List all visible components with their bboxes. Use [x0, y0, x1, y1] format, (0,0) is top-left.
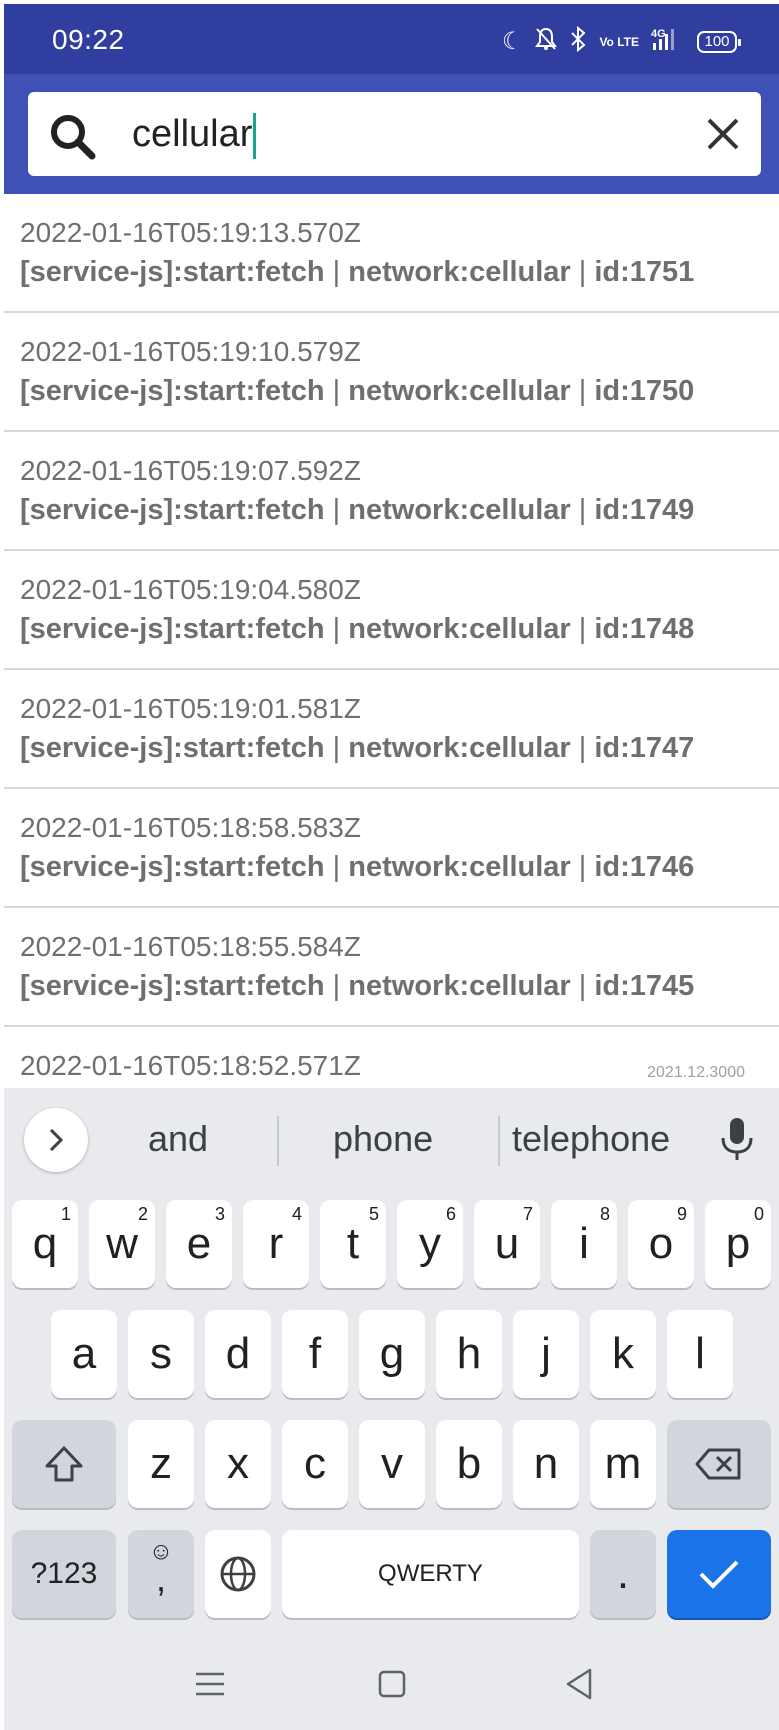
log-message: [service-js]:start:fetch | network:cellu… [20, 375, 695, 407]
battery-icon: 100 [697, 30, 741, 53]
log-list[interactable]: 2022-01-16T05:19:13.570Z [service-js]:st… [4, 194, 779, 1088]
backspace-icon [695, 1448, 741, 1480]
key-v[interactable]: v [359, 1420, 425, 1508]
app-version: 2021.12.3000 [647, 1064, 745, 1081]
enter-key[interactable] [667, 1530, 771, 1618]
log-message: [service-js]:start:fetch | network:cellu… [20, 613, 695, 645]
globe-icon [220, 1556, 256, 1592]
log-timestamp: 2022-01-16T05:19:01.581Z [20, 693, 361, 724]
backspace-key[interactable] [667, 1420, 771, 1508]
shift-key[interactable] [12, 1420, 116, 1508]
log-timestamp: 2022-01-16T05:19:07.592Z [20, 455, 361, 486]
menu-icon[interactable] [190, 1664, 230, 1704]
volte-icon: Vo LTE [599, 34, 639, 49]
svg-text:4G: 4G [651, 28, 666, 40]
key-j[interactable]: j [513, 1310, 579, 1398]
log-message: [service-js]:start:fetch | network:cellu… [20, 851, 695, 883]
home-icon[interactable] [372, 1664, 412, 1704]
back-icon[interactable] [560, 1664, 600, 1704]
symbols-key[interactable]: ?123 [12, 1530, 116, 1618]
log-timestamp: 2022-01-16T05:18:55.584Z [20, 931, 361, 962]
bell-off-icon [535, 27, 558, 56]
text-cursor [253, 112, 257, 159]
key-t[interactable]: t5 [320, 1200, 386, 1288]
key-m[interactable]: m [590, 1420, 656, 1508]
check-icon [699, 1560, 739, 1589]
key-z[interactable]: z [128, 1420, 194, 1508]
key-c[interactable]: c [282, 1420, 348, 1508]
suggestion-1[interactable]: and [148, 1118, 208, 1160]
log-row[interactable]: 2022-01-16T05:19:13.570Z [service-js]:st… [4, 194, 779, 313]
key-p[interactable]: p0 [705, 1200, 771, 1288]
key-f[interactable]: f [282, 1310, 348, 1398]
space-key[interactable]: QWERTY [282, 1530, 579, 1618]
log-message: [service-js]:start:fetch | network:cellu… [20, 732, 695, 764]
key-s[interactable]: s [128, 1310, 194, 1398]
status-icons: ☾ Vo LTE 4G 100 [501, 25, 741, 57]
key-n[interactable]: n [513, 1420, 579, 1508]
soft-keyboard: and phone telephone q1 w2 e3 r4 t5 y6 u7… [4, 1088, 779, 1730]
language-key[interactable] [205, 1530, 271, 1618]
shift-icon [45, 1446, 83, 1482]
key-o[interactable]: o9 [628, 1200, 694, 1288]
key-a[interactable]: a [51, 1310, 117, 1398]
key-l[interactable]: l [667, 1310, 733, 1398]
key-h[interactable]: h [436, 1310, 502, 1398]
key-g[interactable]: g [359, 1310, 425, 1398]
app-bar: cellular [4, 74, 779, 194]
close-icon[interactable] [703, 114, 743, 154]
microphone-icon[interactable] [717, 1114, 757, 1164]
key-x[interactable]: x [205, 1420, 271, 1508]
log-timestamp: 2022-01-16T05:19:10.579Z [20, 336, 361, 367]
log-row[interactable]: 2022-01-16T05:19:04.580Z [service-js]:st… [4, 551, 779, 670]
status-bar: 09:22 ☾ Vo LTE 4G 100 [4, 4, 779, 74]
search-box[interactable]: cellular [28, 92, 761, 176]
emoji-comma-key[interactable]: ☺ , [128, 1530, 194, 1618]
log-message: [service-js]:start:fetch | network:cellu… [20, 256, 695, 288]
suggestion-3[interactable]: telephone [512, 1118, 670, 1160]
key-r[interactable]: r4 [243, 1200, 309, 1288]
status-time: 09:22 [52, 24, 125, 55]
log-row[interactable]: 2022-01-16T05:19:07.592Z [service-js]:st… [4, 432, 779, 551]
key-b[interactable]: b [436, 1420, 502, 1508]
suggestion-2[interactable]: phone [333, 1118, 433, 1160]
log-timestamp: 2022-01-16T05:18:58.583Z [20, 812, 361, 843]
moon-icon: ☾ [501, 27, 524, 55]
log-timestamp: 2022-01-16T05:19:04.580Z [20, 574, 361, 605]
suggestion-strip: and phone telephone [4, 1088, 779, 1188]
log-message: [service-js]:start:fetch | network:cellu… [20, 970, 695, 1002]
search-input-value: cellular [132, 113, 253, 155]
search-input[interactable]: cellular [132, 92, 712, 176]
log-timestamp: 2022-01-16T05:19:13.570Z [20, 217, 361, 248]
suggestion-divider [498, 1116, 500, 1166]
key-q[interactable]: q1 [12, 1200, 78, 1288]
key-k[interactable]: k [590, 1310, 656, 1398]
key-e[interactable]: e3 [166, 1200, 232, 1288]
key-y[interactable]: y6 [397, 1200, 463, 1288]
search-icon [51, 115, 96, 160]
bluetooth-icon [569, 25, 587, 57]
log-row[interactable]: 2022-01-16T05:18:55.584Z [service-js]:st… [4, 908, 779, 1027]
key-d[interactable]: d [205, 1310, 271, 1398]
signal-icon: 4G [651, 26, 685, 57]
key-i[interactable]: i8 [551, 1200, 617, 1288]
log-row[interactable]: 2022-01-16T05:19:01.581Z [service-js]:st… [4, 670, 779, 789]
navigation-bar [4, 1638, 779, 1730]
log-row[interactable]: 2022-01-16T05:18:58.583Z [service-js]:st… [4, 789, 779, 908]
log-message: [service-js]:start:fetch | network:cellu… [20, 494, 695, 526]
key-w[interactable]: w2 [89, 1200, 155, 1288]
suggestion-divider [277, 1116, 279, 1166]
log-row[interactable]: 2022-01-16T05:19:10.579Z [service-js]:st… [4, 313, 779, 432]
period-key[interactable]: . [590, 1530, 656, 1618]
expand-toolbar-button[interactable] [24, 1108, 88, 1172]
key-u[interactable]: u7 [474, 1200, 540, 1288]
chevron-right-icon [49, 1128, 64, 1152]
